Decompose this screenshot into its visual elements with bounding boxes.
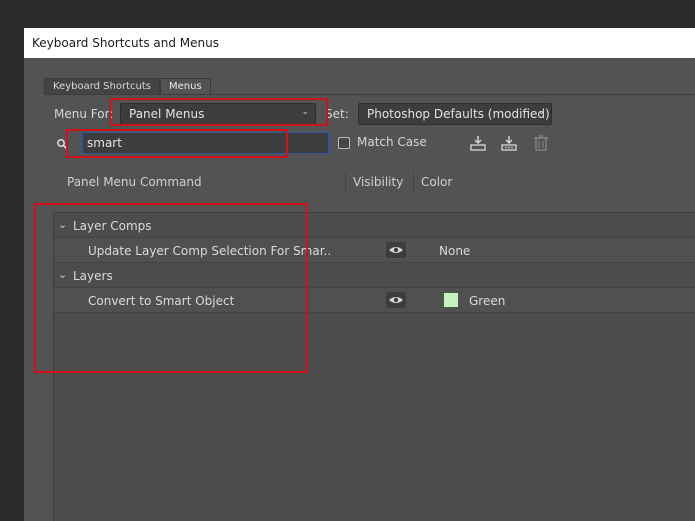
tab-menus[interactable]: Menus: [160, 78, 211, 95]
chevron-down-icon: ⌄: [301, 107, 309, 117]
column-header-visibility: Visibility: [353, 175, 404, 189]
window-title: Keyboard Shortcuts and Menus: [24, 28, 695, 58]
set-value: Photoshop Defaults (modified): [367, 107, 550, 121]
set-select[interactable]: Photoshop Defaults (modified) ⌄: [358, 103, 552, 125]
save-set-icon[interactable]: [469, 134, 487, 152]
match-case-checkbox[interactable]: [338, 137, 350, 149]
eye-icon[interactable]: [386, 242, 406, 258]
match-case-label: Match Case: [357, 135, 427, 149]
column-header-color: Color: [421, 175, 453, 189]
search-icon: [56, 138, 68, 150]
set-label: Set:: [325, 107, 349, 121]
column-separator: [413, 172, 414, 194]
list-item[interactable]: Update Layer Comp Selection For Smar.. N…: [54, 238, 695, 263]
delete-set-icon[interactable]: [532, 134, 550, 152]
list-group-layer-comps[interactable]: ⌄ Layer Comps: [54, 213, 695, 238]
column-header-command: Panel Menu Command: [67, 175, 202, 189]
group-label: Layers: [73, 269, 113, 283]
command-label: Convert to Smart Object: [88, 294, 235, 308]
menu-for-select[interactable]: Panel Menus ⌄: [120, 103, 316, 125]
save-set-as-icon[interactable]: [500, 134, 518, 152]
chevron-down-icon[interactable]: ⌄: [58, 218, 67, 231]
column-separator: [345, 172, 346, 194]
list-item[interactable]: Convert to Smart Object Green: [54, 288, 695, 313]
tab-divider: [44, 94, 695, 95]
tab-bar: Keyboard Shortcuts Menus: [44, 78, 211, 95]
tab-keyboard-shortcuts[interactable]: Keyboard Shortcuts: [44, 78, 160, 95]
chevron-down-icon: ⌄: [537, 107, 545, 117]
color-value[interactable]: None: [439, 244, 470, 258]
eye-icon[interactable]: [386, 292, 406, 308]
search-input[interactable]: smart: [82, 132, 329, 154]
menu-for-label: Menu For:: [54, 107, 114, 121]
menu-for-value: Panel Menus: [129, 107, 205, 121]
keyboard-shortcuts-dialog: Keyboard Shortcuts and Menus Keyboard Sh…: [24, 28, 695, 521]
command-label: Update Layer Comp Selection For Smar..: [88, 244, 332, 258]
chevron-down-icon[interactable]: ⌄: [58, 268, 67, 281]
color-value[interactable]: Green: [469, 294, 505, 308]
list-group-layers[interactable]: ⌄ Layers: [54, 263, 695, 288]
color-swatch: [444, 293, 458, 307]
command-list: ⌄ Layer Comps Update Layer Comp Selectio…: [53, 212, 695, 521]
group-label: Layer Comps: [73, 219, 152, 233]
